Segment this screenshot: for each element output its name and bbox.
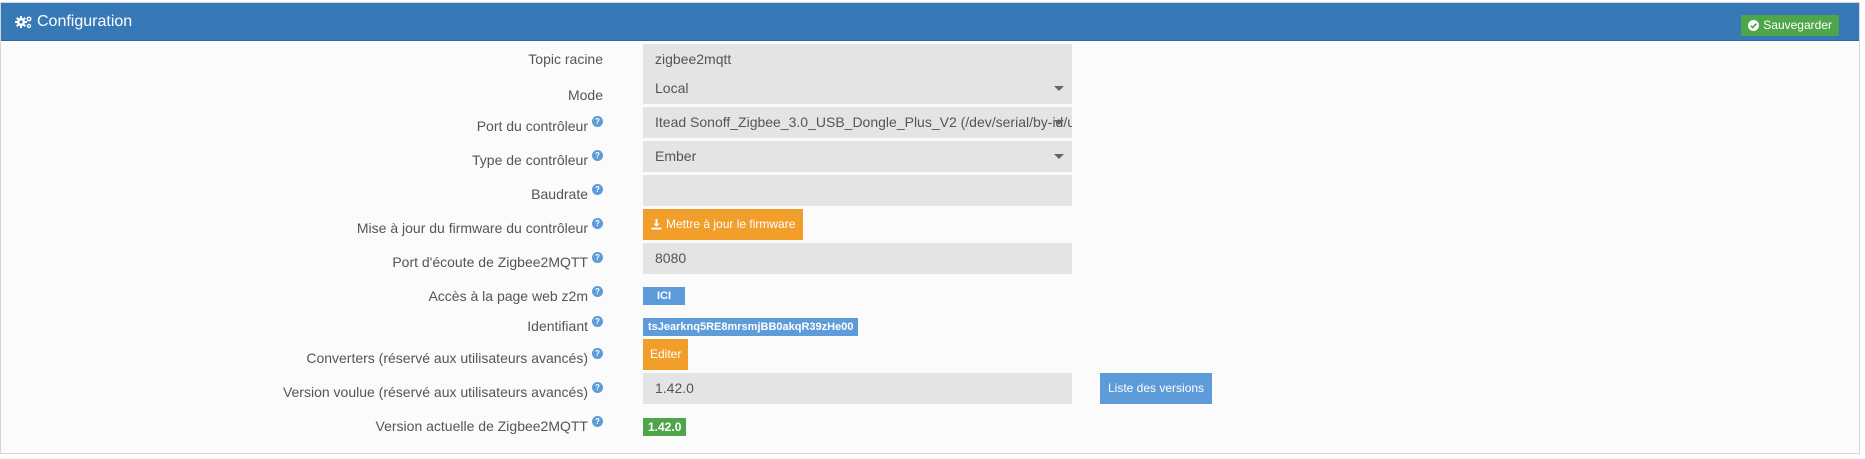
identifier-label-text: Identifiant bbox=[527, 318, 588, 334]
help-icon[interactable]: ? bbox=[592, 149, 603, 161]
listen-port-label: Port d'écoute de Zigbee2MQTT ? bbox=[392, 251, 603, 270]
port-label-text: Port du contrôleur bbox=[476, 118, 588, 134]
help-icon[interactable]: ? bbox=[592, 347, 603, 359]
update-firmware-button-label: Mettre à jour le firmware bbox=[666, 217, 796, 231]
help-icon[interactable]: ? bbox=[592, 251, 603, 263]
version-list-button[interactable]: Liste des versions bbox=[1100, 373, 1213, 404]
topic-input[interactable]: zigbee2mqtt bbox=[643, 44, 1072, 75]
controller-type-select[interactable]: Ember bbox=[643, 141, 1072, 172]
listen-port-input[interactable]: 8080 bbox=[643, 243, 1072, 274]
mode-label: Mode bbox=[568, 87, 603, 103]
firmware-label-text: Mise à jour du firmware du contrôleur bbox=[356, 220, 588, 236]
port-label: Port du contrôleur ? bbox=[476, 115, 603, 134]
listen-port-label-text: Port d'écoute de Zigbee2MQTT bbox=[392, 254, 588, 270]
panel-title-text: Configuration bbox=[37, 13, 133, 30]
current-version-label: Version actuelle de Zigbee2MQTT ? bbox=[375, 415, 603, 434]
current-version-badge: 1.42.0 bbox=[643, 418, 687, 436]
current-version-label-text: Version actuelle de Zigbee2MQTT bbox=[375, 418, 588, 434]
webpage-label: Accès à la page web z2m ? bbox=[428, 285, 603, 304]
help-icon[interactable]: ? bbox=[592, 381, 603, 393]
save-button[interactable]: Sauvegarder bbox=[1741, 15, 1839, 36]
converters-label: Converters (réservé aux utilisateurs ava… bbox=[306, 347, 603, 366]
topic-label-text: Topic racine bbox=[528, 51, 603, 67]
baudrate-input[interactable] bbox=[643, 175, 1072, 206]
panel-title: Configuration bbox=[15, 13, 132, 31]
identifier-label: Identifiant ? bbox=[527, 315, 603, 334]
wanted-version-input[interactable]: 1.42.0 bbox=[643, 373, 1072, 404]
help-icon[interactable]: ? bbox=[592, 415, 603, 427]
wanted-version-label-text: Version voulue (réservé aux utilisateurs… bbox=[282, 384, 588, 400]
help-icon[interactable]: ? bbox=[592, 183, 603, 195]
save-button-label: Sauvegarder bbox=[1763, 18, 1832, 32]
webpage-label-text: Accès à la page web z2m bbox=[428, 288, 588, 304]
panel-header: Configuration Sauvegarder bbox=[1, 3, 1859, 41]
controller-type-label-text: Type de contrôleur bbox=[472, 152, 588, 168]
help-icon[interactable]: ? bbox=[592, 315, 603, 327]
check-circle-icon bbox=[1748, 20, 1760, 31]
help-icon[interactable]: ? bbox=[592, 115, 603, 127]
controller-type-label: Type de contrôleur ? bbox=[472, 149, 603, 168]
edit-converters-button[interactable]: Editer bbox=[643, 339, 689, 370]
mode-select[interactable]: Local bbox=[643, 73, 1072, 104]
firmware-label: Mise à jour du firmware du contrôleur ? bbox=[356, 217, 603, 236]
download-icon bbox=[651, 219, 662, 230]
configuration-panel: Configuration Sauvegarder Topic racine z… bbox=[0, 2, 1860, 454]
baudrate-label-text: Baudrate bbox=[531, 186, 588, 202]
identifier-badge: tsJearknq5RE8mrsmjBB0akqR39zHe00 bbox=[643, 318, 859, 336]
baudrate-label: Baudrate ? bbox=[531, 183, 603, 202]
webpage-link[interactable]: ICI bbox=[643, 287, 686, 305]
cogs-icon bbox=[15, 16, 32, 29]
converters-label-text: Converters (réservé aux utilisateurs ava… bbox=[306, 350, 588, 366]
wanted-version-label: Version voulue (réservé aux utilisateurs… bbox=[282, 381, 603, 400]
update-firmware-button[interactable]: Mettre à jour le firmware bbox=[643, 209, 804, 240]
help-icon[interactable]: ? bbox=[592, 285, 603, 297]
help-icon[interactable]: ? bbox=[592, 217, 603, 229]
mode-label-text: Mode bbox=[567, 87, 603, 103]
port-select[interactable]: Itead Sonoff_Zigbee_3.0_USB_Dongle_Plus_… bbox=[643, 107, 1072, 138]
topic-label: Topic racine bbox=[528, 51, 603, 67]
